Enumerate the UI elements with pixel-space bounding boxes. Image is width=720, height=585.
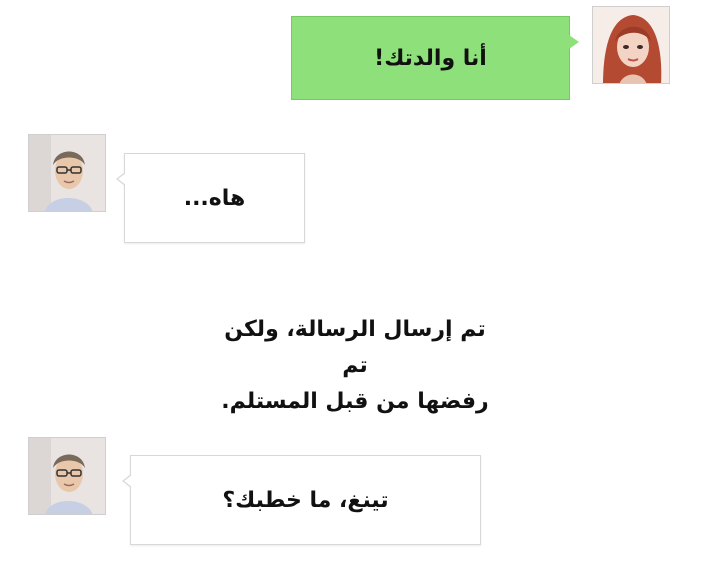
sent-message-bubble[interactable]: أنا والدتك! xyxy=(291,16,579,100)
man-with-glasses-avatar-icon xyxy=(28,437,106,515)
message-text: هاه... xyxy=(183,185,246,211)
woman-avatar-icon xyxy=(592,6,670,84)
man-with-glasses-avatar-icon xyxy=(28,134,106,212)
received-message-bubble[interactable]: تينغ، ما خطبك؟ xyxy=(122,455,481,545)
message-rejected-notice: تم إرسال الرسالة، ولكن تم رفضها من قبل ا… xyxy=(210,312,500,420)
message-text: أنا والدتك! xyxy=(374,45,487,71)
received-message-bubble[interactable]: هاه... xyxy=(116,153,305,243)
notice-line-1: تم إرسال الرسالة، ولكن تم xyxy=(224,317,486,378)
notice-line-2: رفضها من قبل المستلم. xyxy=(221,389,489,414)
message-text: تينغ، ما خطبك؟ xyxy=(222,487,389,513)
